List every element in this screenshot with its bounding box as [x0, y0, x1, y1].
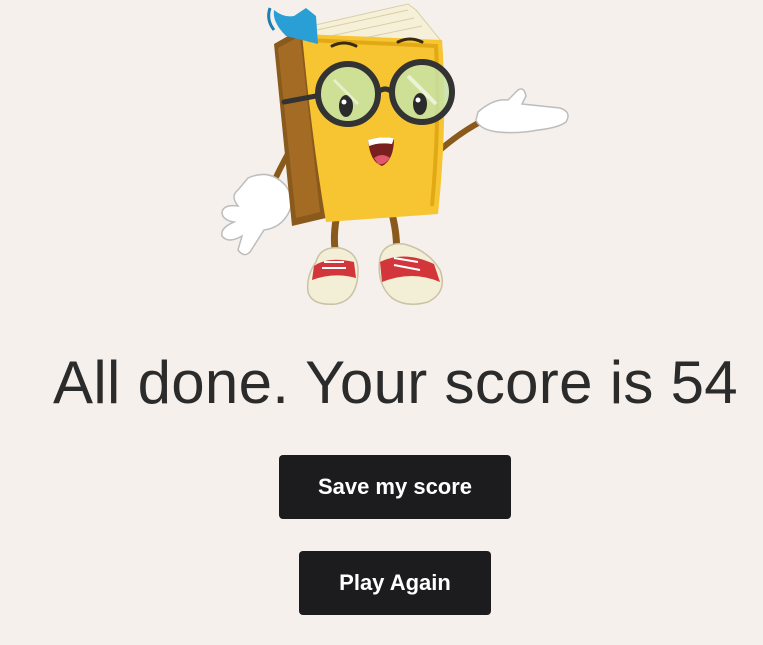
book-mascot-icon: [208, 0, 578, 318]
score-heading: All done. Your score is 54: [53, 349, 738, 416]
play-again-button[interactable]: Play Again: [299, 551, 491, 615]
save-score-button[interactable]: Save my score: [279, 455, 511, 519]
